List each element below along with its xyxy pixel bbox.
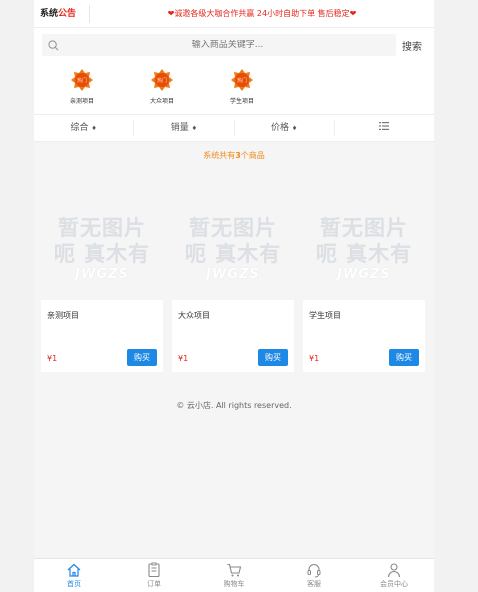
sort-arrow-icon: ♦ (291, 125, 298, 132)
product-name: 大众项目 (178, 311, 210, 320)
placeholder-watermark: JWGZS (337, 266, 391, 282)
product-card[interactable]: 暂无图片 呃 真木有 JWGZS 学生项目 ¥1 购买 (303, 196, 425, 372)
search-bar: 搜索 (34, 28, 434, 62)
notice-title: 系统公告 (34, 4, 90, 23)
placeholder-watermark: JWGZS (75, 266, 129, 282)
category-row: 热门 亲测项目 热门 大众项目 热门 学生项目 (34, 62, 434, 114)
placeholder-text: 暂无图片 (189, 215, 277, 240)
product-info: 大众项目 ¥1 购买 (172, 300, 294, 372)
placeholder-text: 呃 真木有 (53, 241, 151, 266)
search-input[interactable] (59, 40, 396, 50)
home-icon (67, 563, 81, 577)
product-name: 学生项目 (309, 311, 341, 320)
sort-price-label: 价格 (270, 123, 289, 133)
buy-button[interactable]: 购买 (127, 349, 157, 366)
buy-button[interactable]: 购买 (258, 349, 288, 366)
sort-bar: 综合 ♦ 销量 ♦ 价格 ♦ (34, 114, 434, 142)
product-image-placeholder: 暂无图片 呃 真木有 JWGZS (172, 196, 294, 300)
sort-sales-label: 销量 (170, 123, 189, 133)
category-label: 大众项目 (149, 98, 174, 105)
sort-sales[interactable]: 销量 ♦ (134, 120, 235, 136)
product-card[interactable]: 暂无图片 呃 真木有 JWGZS 大众项目 ¥1 购买 (172, 196, 294, 372)
hot-badge-icon: 热门 (151, 69, 173, 91)
category-badge-text: 热门 (157, 77, 167, 84)
bottom-nav: 首页 订单 购物车 客服 会员中心 (34, 558, 434, 592)
copyright-text: © 云小店. All rights reserved. (176, 401, 292, 410)
category-badge-text: 热门 (237, 77, 247, 84)
hot-badge-icon: 热门 (231, 69, 253, 91)
product-name: 亲测项目 (47, 311, 79, 320)
product-card[interactable]: 暂无图片 呃 真木有 JWGZS 亲测项目 ¥1 购买 (41, 196, 163, 372)
product-price: ¥1 (309, 354, 320, 363)
notice-title-part2: 公告 (58, 8, 77, 19)
sort-layout-toggle[interactable] (335, 120, 434, 136)
nav-home[interactable]: 首页 (34, 559, 114, 592)
sort-overall[interactable]: 综合 ♦ (34, 120, 135, 136)
nav-orders[interactable]: 订单 (114, 559, 194, 592)
cart-icon (227, 563, 242, 577)
count-prefix: 系统共有 (203, 151, 236, 160)
search-icon (48, 39, 59, 50)
placeholder-text: 暂无图片 (320, 215, 408, 240)
app-container: 系统公告 ❤诚邀各级大咖合作共赢 24小时自助下单 售后稳定❤ 搜索 热门 亲测… (34, 0, 434, 592)
product-info: 学生项目 ¥1 购买 (303, 300, 425, 372)
sort-price[interactable]: 价格 ♦ (235, 120, 335, 136)
notice-title-part1: 系统 (40, 8, 59, 19)
nav-label: 首页 (67, 580, 81, 588)
list-icon (379, 122, 390, 130)
sort-arrow-icon: ♦ (91, 125, 97, 132)
product-image-placeholder: 暂无图片 呃 真木有 JWGZS (41, 196, 163, 300)
product-price: ¥1 (47, 354, 58, 363)
nav-service[interactable]: 客服 (274, 559, 354, 592)
category-label: 学生项目 (229, 98, 254, 105)
product-price: ¥1 (178, 354, 189, 363)
buy-button[interactable]: 购买 (389, 349, 419, 366)
category-item[interactable]: 热门 大众项目 (122, 68, 202, 114)
notice-bar: 系统公告 ❤诚邀各级大咖合作共赢 24小时自助下单 售后稳定❤ (34, 0, 434, 28)
search-button[interactable]: 搜索 (396, 38, 428, 53)
category-item[interactable]: 热门 亲测项目 (42, 68, 122, 114)
sort-overall-label: 综合 (70, 123, 89, 133)
placeholder-text: 呃 真木有 (184, 241, 282, 266)
notice-marquee-text: ❤诚邀各级大咖合作共赢 24小时自助下单 售后稳定❤ (167, 9, 357, 18)
category-item[interactable]: 热门 学生项目 (202, 68, 282, 114)
order-icon (148, 562, 160, 578)
product-grid: 暂无图片 呃 真木有 JWGZS 亲测项目 ¥1 购买 暂无图片 呃 真木有 J… (41, 196, 425, 372)
product-count: 系统共有3个商品 (34, 150, 434, 161)
nav-label: 会员中心 (380, 580, 408, 588)
hot-badge-icon: 热门 (71, 69, 93, 91)
category-label: 亲测项目 (69, 98, 94, 105)
placeholder-watermark: JWGZS (206, 266, 260, 282)
user-icon (387, 563, 401, 578)
product-image-placeholder: 暂无图片 呃 真木有 JWGZS (303, 196, 425, 300)
sort-arrow-icon: ♦ (191, 125, 198, 132)
headset-icon (307, 564, 321, 578)
nav-cart[interactable]: 购物车 (194, 559, 274, 592)
nav-member[interactable]: 会员中心 (354, 559, 434, 592)
placeholder-text: 暂无图片 (58, 215, 146, 240)
category-badge-text: 热门 (77, 77, 87, 84)
nav-label: 购物车 (223, 580, 245, 588)
nav-label: 订单 (147, 580, 161, 588)
search-box (42, 34, 396, 56)
placeholder-text: 呃 真木有 (315, 241, 413, 266)
count-suffix: 个商品 (240, 151, 265, 160)
product-info: 亲测项目 ¥1 购买 (41, 300, 163, 372)
nav-label: 客服 (307, 580, 321, 588)
